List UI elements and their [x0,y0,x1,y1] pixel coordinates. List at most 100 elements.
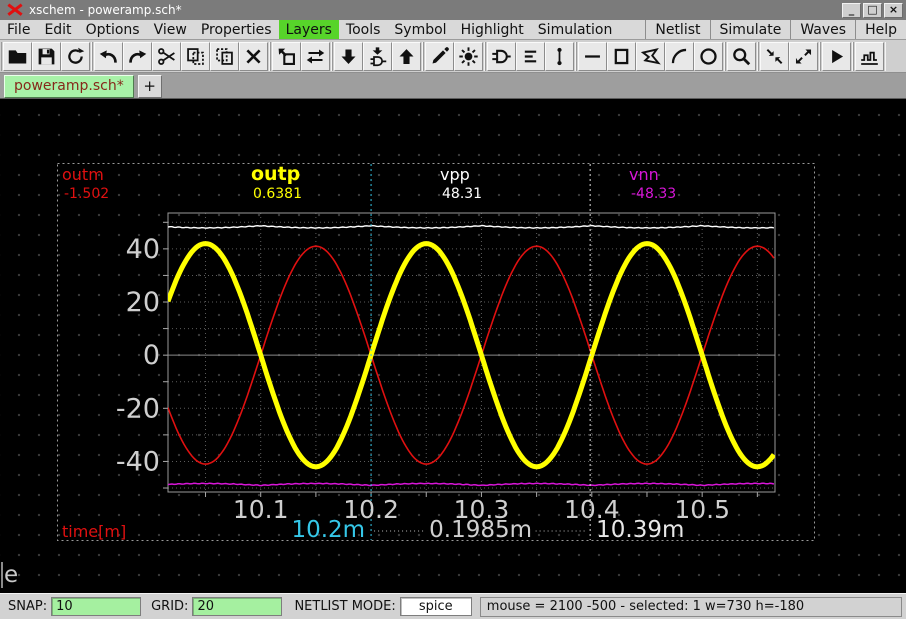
toolbar-group [423,42,485,71]
tab-poweramp[interactable]: poweramp.sch* [4,75,134,98]
open-folder-icon [7,46,28,67]
toolbar-group [576,42,725,71]
waves-button[interactable] [855,42,884,71]
save-button[interactable] [32,42,61,71]
new-tab-button[interactable]: + [138,75,162,98]
legend-outp-value: 0.6381 [253,186,302,202]
simulate-button[interactable] [822,42,851,71]
menu-file[interactable]: File [0,20,37,39]
legend-vnn: vnn [629,165,659,184]
menu-netlist[interactable]: Netlist [645,20,709,39]
go-up-button[interactable] [392,42,421,71]
y-tick-label: 40 [126,234,160,265]
copy-button[interactable] [181,42,210,71]
simulate-icon [826,46,847,67]
line-icon [582,46,603,67]
toolbar-group [1,42,92,71]
menu-tools[interactable]: Tools [339,20,388,39]
undo-icon [98,46,119,67]
undo-button[interactable] [94,42,123,71]
menu-symbol[interactable]: Symbol [387,20,453,39]
cut-button[interactable] [152,42,181,71]
circle-button[interactable] [694,42,723,71]
insert-symbol-icon [491,46,512,67]
paste-button[interactable] [210,42,239,71]
window-title: xschem - poweramp.sch* [29,3,840,17]
netlist-button[interactable] [516,42,545,71]
waveform-graph[interactable]: outm-1.502outp0.6381vpp48.31vnn-48.3310.… [57,163,815,541]
legend-vpp: vpp [440,165,470,184]
swap-button[interactable] [301,42,330,71]
x-axis-label: time[m] [62,522,126,541]
menu-help[interactable]: Help [855,20,906,39]
zoom-box-icon [731,46,752,67]
zoom-full-button[interactable] [789,42,818,71]
xschem-logo-icon [7,3,23,17]
zoom-box-button[interactable] [727,42,756,71]
toolbar-group [853,42,886,71]
legend-outm-value: -1.502 [64,186,109,202]
redo-button[interactable] [123,42,152,71]
menu-simulate[interactable]: Simulate [710,20,791,39]
push-down-icon [338,46,359,67]
rect-button[interactable] [607,42,636,71]
menu-view[interactable]: View [147,20,194,39]
cursor-a-readout: 10.2m [291,517,365,541]
arc-icon [669,46,690,67]
series-vpp [168,226,774,229]
legend-outp: outp [251,163,300,185]
minimize-button[interactable]: _ [842,3,861,18]
delete-icon [243,46,264,67]
close-button[interactable]: × [884,3,903,18]
tabbar: poweramp.sch* + [0,73,906,99]
menu-layers[interactable]: Layers [279,20,339,39]
snap-label: SNAP: [8,599,47,614]
toolbar-group [270,42,332,71]
toolbar-group [820,42,853,71]
waves-icon [859,46,880,67]
colorscheme-button[interactable] [454,42,483,71]
toolbar-group [758,42,820,71]
arc-button[interactable] [665,42,694,71]
toolbar [0,40,906,73]
wire-button[interactable] [545,42,574,71]
legend-vnn-value: -48.33 [631,186,676,202]
canvas-stray-text: e [1,562,18,588]
zoom-full-icon [793,46,814,67]
rect-icon [611,46,632,67]
zoom-in-button[interactable] [760,42,789,71]
menu-options[interactable]: Options [79,20,147,39]
push-down-button[interactable] [334,42,363,71]
polygon-button[interactable] [636,42,665,71]
open-folder-button[interactable] [3,42,32,71]
netlist-icon [520,46,541,67]
snap-input[interactable]: 10 [51,597,141,616]
brush-icon [429,46,450,67]
line-button[interactable] [578,42,607,71]
insert-symbol-button[interactable] [487,42,516,71]
menu-edit[interactable]: Edit [37,20,78,39]
descend-symbol-button[interactable] [363,42,392,71]
netlist-mode-value[interactable]: spice [400,597,472,616]
titlebar: xschem - poweramp.sch* _□× [0,0,906,20]
menu-waves[interactable]: Waves [790,20,855,39]
swap-icon [305,46,326,67]
menu-highlight[interactable]: Highlight [454,20,531,39]
toolbar-group [725,42,758,71]
go-back-button[interactable] [272,42,301,71]
toolbar-group [332,42,423,71]
menu-properties[interactable]: Properties [194,20,279,39]
polygon-icon [640,46,661,67]
wire-icon [549,46,570,67]
schematic-canvas[interactable]: outm-1.502outp0.6381vpp48.31vnn-48.3310.… [0,99,906,593]
toolbar-group [92,42,270,71]
delete-button[interactable] [239,42,268,71]
grid-label: GRID: [151,599,188,614]
mouse-info: mouse = 2100 -500 - selected: 1 w=730 h=… [480,597,902,617]
reload-button[interactable] [61,42,90,71]
grid-input[interactable]: 20 [192,597,282,616]
menubar: FileEditOptionsViewPropertiesLayersTools… [0,20,906,40]
maximize-button[interactable]: □ [863,3,882,18]
brush-button[interactable] [425,42,454,71]
menu-simulation[interactable]: Simulation [531,20,620,39]
